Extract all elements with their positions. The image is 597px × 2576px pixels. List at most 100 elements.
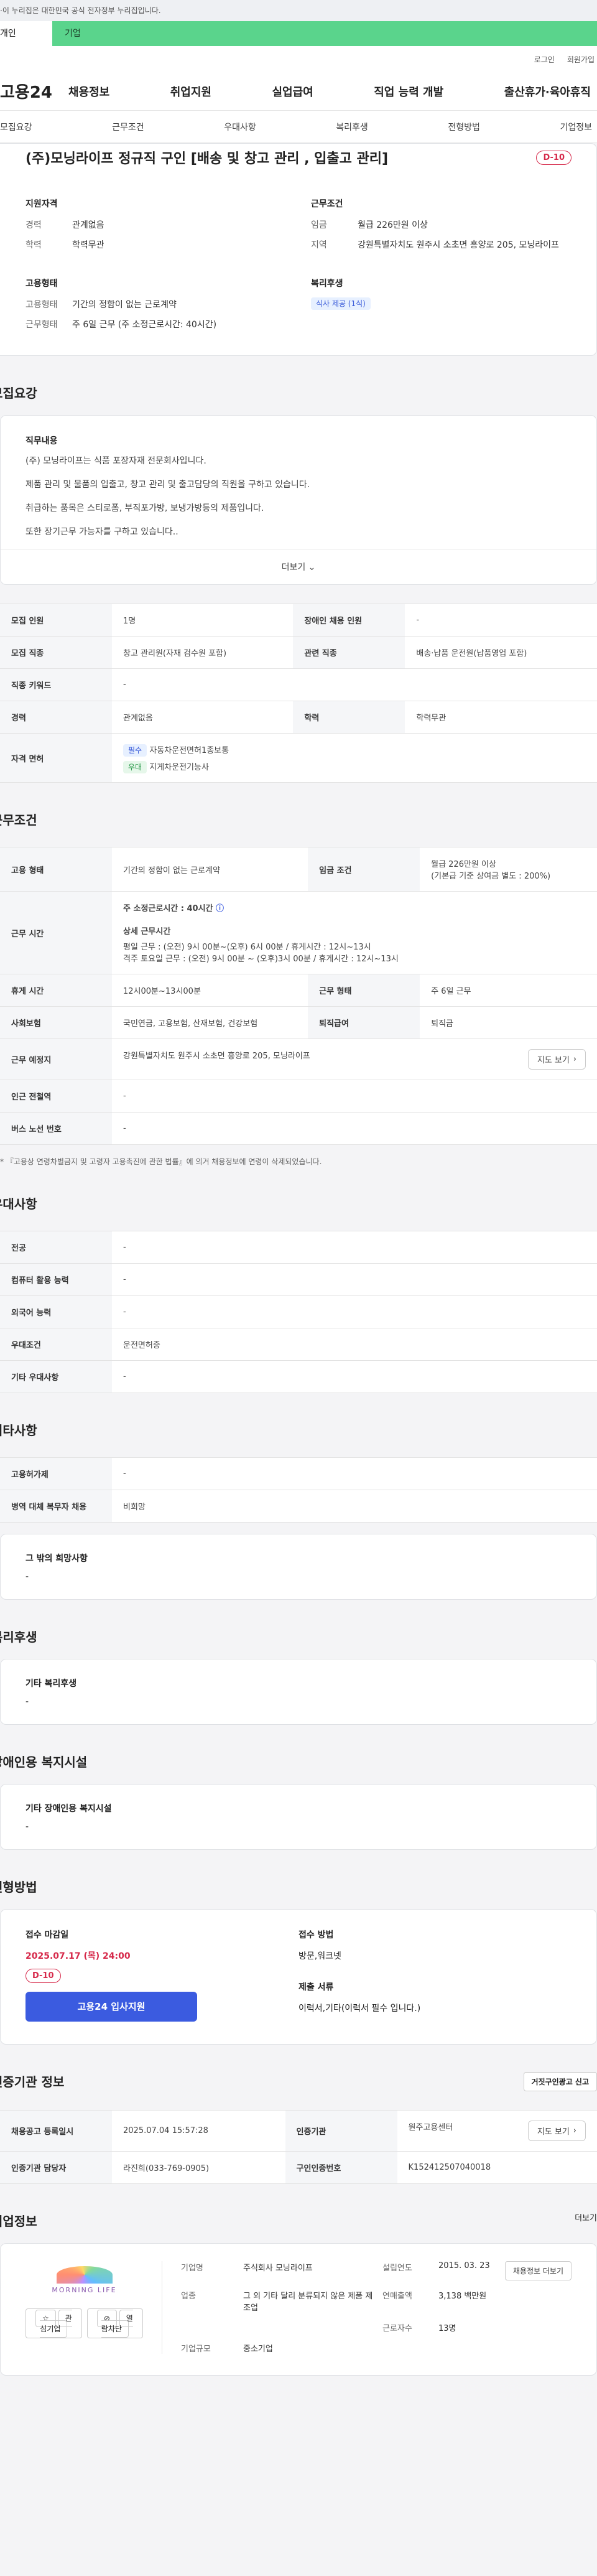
row-label: 전공 xyxy=(0,1231,112,1264)
duty-line: 또한 장기근무 가능자를 구하고 있습니다.. xyxy=(25,527,178,537)
row-label: 경력 xyxy=(0,701,112,734)
row-value: K152412507040018 xyxy=(397,2151,597,2184)
row-value: 원주고용센터 지도 보기 › xyxy=(397,2110,597,2152)
row-value: - xyxy=(112,1295,597,1328)
emp-title: 고용형태 xyxy=(25,279,58,289)
agency-name: 원주고용센터 xyxy=(408,2123,453,2132)
table-row: 채용공고 등록일시 2025.07.04 15:57:28 인증기관 원주고용센터 지도… xyxy=(0,2110,597,2152)
row-value: 주 6일 근무 xyxy=(420,974,597,1007)
info-icon[interactable]: ⓘ xyxy=(216,904,224,913)
pref-table: 전공 - 컴퓨터 활용 능력 - 외국어 능력 - 우대조건 운전면허증 기타 우대사항… xyxy=(0,1231,597,1393)
table-row: 직종 키워드 - xyxy=(0,668,597,701)
row-label: 모집 인원 xyxy=(0,604,112,637)
table-row: 모집 직종 창고 관리원(자재 검수원 포함) 관련 직종 배송·납품 운전원(납품영… xyxy=(0,636,597,669)
table-row: 우대조건 운전면허증 xyxy=(0,1328,597,1361)
edu-value: 학력무관 xyxy=(72,240,104,250)
info-label: 설립연도 xyxy=(382,2264,412,2273)
row-value: 1명 xyxy=(112,604,294,637)
site-logo[interactable]: 고용24 xyxy=(0,80,68,103)
row-label: 장애인 채용 인원 xyxy=(293,604,405,637)
more-button[interactable]: 더보기 ⌄ xyxy=(1,549,596,584)
agency-section-title: 인증기관 정보 거짓구인광고 신고 xyxy=(0,2072,597,2091)
tab-company[interactable]: 기업 xyxy=(52,21,597,46)
apply-button[interactable]: 고용24 입사지원 xyxy=(25,1992,197,2022)
row-value: - xyxy=(112,1080,597,1113)
table-row: 휴게 시간 12시00분~13시00분 근무 형태 주 6일 근무 xyxy=(0,974,597,1007)
duty-card: 직무내용 (주) 모닝라이프는 식품 포장자재 전문회사입니다. 제품 관리 및… xyxy=(0,415,597,585)
company-actions: ☆ 관심기업 ⊘ 열람차단 xyxy=(25,2308,143,2338)
subnav-company[interactable]: 기업정보 xyxy=(560,121,592,133)
table-row: 버스 노선 번호 - xyxy=(0,1112,597,1145)
company-more-link[interactable]: 더보기 xyxy=(575,2211,597,2229)
emptype-value: 기간의 정함이 없는 근로계약 xyxy=(72,300,177,310)
login-link[interactable]: 로그인 xyxy=(534,54,555,65)
row-value: - xyxy=(112,1360,597,1393)
info-value: 중소기업 xyxy=(243,2345,273,2354)
map-button-label: 지도 보기 xyxy=(537,1056,570,1065)
location-text: 강원특별자치도 원주시 소초면 흥양로 205, 모닝라이프 xyxy=(123,1052,310,1061)
info-label xyxy=(181,2322,237,2333)
tab-personal[interactable]: 개인 xyxy=(0,21,52,46)
subnav-recruit[interactable]: 모집요강 xyxy=(0,121,32,133)
favorite-button[interactable]: ☆ 관심기업 xyxy=(25,2308,82,2338)
row-value: 2025.07.04 15:57:28 xyxy=(112,2110,285,2152)
company-logo-box: MORNING LIFE ☆ 관심기업 ⊘ 열람차단 xyxy=(25,2261,162,2354)
info-value: 그 외 기타 달리 분류되지 않은 제품 제조업 xyxy=(243,2292,373,2313)
info-value: 13명 xyxy=(438,2324,456,2333)
row-value: 주 소정근로시간 : 40시간 ⓘ 상세 근무시간 평일 근무 : (오전) 9… xyxy=(112,891,597,974)
row-value: - xyxy=(112,1263,597,1296)
job-summary-card: (주)모닝라이프 정규직 구인 [배송 및 창고 관리 , 입출고 관리] D-… xyxy=(0,143,597,356)
row-value: 창고 관리원(자재 검수원 포함) xyxy=(112,636,294,669)
chevron-down-icon: ⌄ xyxy=(308,562,316,572)
row-label: 모집 직종 xyxy=(0,636,112,669)
hope-card: 그 밖의 희망사항 - xyxy=(0,1534,597,1600)
gnb-unemployment[interactable]: 실업급여 xyxy=(272,83,313,100)
global-nav: 고용24 채용정보 취업지원 실업급여 직업 능력 개발 출산휴가·육아휴직 xyxy=(0,72,597,111)
subnav-work[interactable]: 근무조건 xyxy=(112,121,144,133)
license-tag: 필수 xyxy=(123,744,147,757)
map-button[interactable]: 지도 보기 › xyxy=(527,1049,586,1070)
block-button[interactable]: ⊘ 열람차단 xyxy=(86,2308,143,2338)
recruit-section-title: 모집요강 xyxy=(0,386,37,401)
chevron-right-icon: › xyxy=(573,2126,576,2135)
table-row: 기타 우대사항 - xyxy=(0,1360,597,1393)
welfare-block: 복리후생 식사 제공 (1식) xyxy=(311,277,572,338)
hours-summary: 주 소정근로시간 : 40시간 xyxy=(123,904,213,913)
row-value: 기간의 정함이 없는 근로계약 xyxy=(112,847,308,892)
gnb-leave[interactable]: 출산휴가·육아휴직 xyxy=(504,83,591,100)
gnb-jobs[interactable]: 채용정보 xyxy=(68,83,109,100)
table-row: 경력 관계없음 학력 학력무관 xyxy=(0,701,597,734)
cond-block: 근무조건 임금 월급 226만원 이상 지역 강원특별자치도 원주시 소초면 흥양로… xyxy=(311,197,572,258)
row-value: 관계없음 xyxy=(112,701,294,734)
signup-link[interactable]: 회원가입 xyxy=(567,54,595,65)
main: (주)모닝라이프 정규직 구인 [배송 및 창고 관리 , 입출고 관리] D-… xyxy=(0,143,597,2401)
report-button[interactable]: 거짓구인광고 신고 xyxy=(523,2072,597,2091)
table-row: 외국어 능력 - xyxy=(0,1295,597,1328)
age-note: * 『고용상 연령차별금지 및 고령자 고용촉진에 관한 법률』에 의거 채용정… xyxy=(0,1157,322,1166)
gnb-support[interactable]: 취업지원 xyxy=(170,83,211,100)
row-label: 고용허가제 xyxy=(0,1457,112,1490)
subnav-screening[interactable]: 전형방법 xyxy=(448,121,480,133)
recruit-table: 모집 인원 1명 장애인 채용 인원 - 모집 직종 창고 관리원(자재 검수원 포함)… xyxy=(0,604,597,783)
duty-title: 직무내용 xyxy=(25,436,58,446)
welfare-chip: 식사 제공 (1식) xyxy=(311,297,371,310)
subnav-welfare[interactable]: 복리후생 xyxy=(336,121,368,133)
logo-text: MORNING LIFE xyxy=(52,2285,117,2294)
row-label: 임금 조건 xyxy=(308,847,420,892)
row-value: 비희망 xyxy=(112,1490,597,1523)
row-value: 학력무관 xyxy=(405,701,597,734)
wage-line: (기본급 기준 상여금 별도 : 200%) xyxy=(431,872,551,881)
row-label: 병역 대체 복무자 채용 xyxy=(0,1490,112,1523)
company-title: 기업정보 xyxy=(0,2214,37,2229)
disabled-box-title: 기타 장애인용 복지시설 xyxy=(25,1804,112,1814)
info-label xyxy=(382,2342,432,2354)
row-value: - xyxy=(112,1457,597,1490)
row-label: 인증기관 xyxy=(285,2110,397,2152)
hire-info-button[interactable]: 채용정보 더보기 xyxy=(504,2261,572,2280)
region-value: 강원특별자치도 원주시 소초면 흥양로 205, 모닝라이프 xyxy=(358,240,559,250)
agency-table: 채용공고 등록일시 2025.07.04 15:57:28 인증기관 원주고용센터 지도… xyxy=(0,2110,597,2184)
gnb-training[interactable]: 직업 능력 개발 xyxy=(374,83,443,100)
subnav-pref[interactable]: 우대사항 xyxy=(224,121,256,133)
company-card: MORNING LIFE ☆ 관심기업 ⊘ 열람차단 기업명 주식회사 모닝라이프… xyxy=(0,2243,597,2376)
agency-map-button[interactable]: 지도 보기 › xyxy=(527,2121,586,2141)
